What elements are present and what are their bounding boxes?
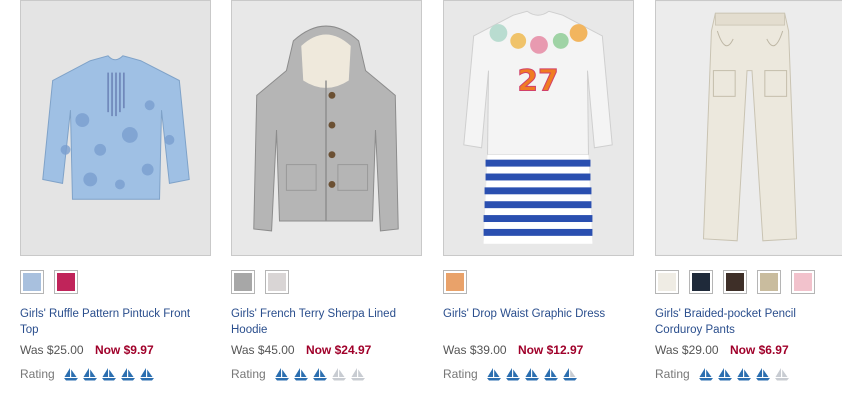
product-name-link[interactable]: Girls' Braided-pocket Pencil Corduroy Pa… xyxy=(655,307,842,338)
rating-icons xyxy=(63,367,155,381)
rating-label: Rating xyxy=(20,367,55,381)
now-price: Now $12.97 xyxy=(517,343,584,357)
color-swatches xyxy=(20,270,210,294)
rating-icons xyxy=(274,367,366,381)
rating-label: Rating xyxy=(655,367,690,381)
product-name-link[interactable]: Girls' French Terry Sherpa Lined Hoodie xyxy=(231,307,421,338)
price-line: Was $39.00 Now $12.97 xyxy=(443,343,633,358)
sailboat-icon xyxy=(63,368,78,381)
rating: Rating xyxy=(443,367,633,381)
sailboat-icon xyxy=(717,368,732,381)
rating-label: Rating xyxy=(443,367,478,381)
sailboat-icon xyxy=(120,368,135,381)
sailboat-icon xyxy=(505,368,520,381)
rating-icons xyxy=(698,367,790,381)
color-swatch[interactable] xyxy=(265,270,289,294)
was-price: Was $25.00 xyxy=(20,343,84,357)
color-swatches xyxy=(231,270,421,294)
now-price: Now $24.97 xyxy=(305,343,372,357)
sailboat-icon xyxy=(293,368,308,381)
rating-label: Rating xyxy=(231,367,266,381)
color-swatch[interactable] xyxy=(689,270,713,294)
rating-icons xyxy=(486,367,578,381)
sailboat-icon xyxy=(562,368,577,381)
sailboat-icon xyxy=(101,368,116,381)
product-image[interactable]: 27 xyxy=(443,0,634,256)
product-card: Girls' French Terry Sherpa Lined Hoodie … xyxy=(231,0,422,381)
price-line: Was $45.00 Now $24.97 xyxy=(231,343,421,358)
product-name-link[interactable]: Girls' Drop Waist Graphic Dress xyxy=(443,307,633,338)
sailboat-icon xyxy=(755,368,770,381)
sailboat-icon xyxy=(82,368,97,381)
color-swatch[interactable] xyxy=(231,270,255,294)
now-price: Now $9.97 xyxy=(94,343,154,357)
product-image[interactable] xyxy=(231,0,422,256)
product-card: Girls' Ruffle Pattern Pintuck Front Top … xyxy=(20,0,211,381)
sailboat-icon xyxy=(350,368,365,381)
color-swatch[interactable] xyxy=(723,270,747,294)
product-card: 27 Girls' Drop Waist Graphic Dress Was $… xyxy=(443,0,634,381)
product-card: Girls' Braided-pocket Pencil Corduroy Pa… xyxy=(655,0,842,381)
sailboat-icon xyxy=(736,368,751,381)
color-swatch[interactable] xyxy=(20,270,44,294)
sailboat-icon xyxy=(331,368,346,381)
color-swatch[interactable] xyxy=(791,270,815,294)
was-price: Was $45.00 xyxy=(231,343,295,357)
color-swatches xyxy=(443,270,633,294)
rating: Rating xyxy=(20,367,210,381)
was-price: Was $39.00 xyxy=(443,343,507,357)
color-swatch[interactable] xyxy=(757,270,781,294)
color-swatch[interactable] xyxy=(655,270,679,294)
color-swatch[interactable] xyxy=(443,270,467,294)
sailboat-icon xyxy=(698,368,713,381)
product-image[interactable] xyxy=(655,0,842,256)
color-swatch[interactable] xyxy=(54,270,78,294)
rating: Rating xyxy=(655,367,842,381)
sailboat-icon xyxy=(774,368,789,381)
product-image[interactable] xyxy=(20,0,211,256)
svg-text:27: 27 xyxy=(517,62,558,97)
sailboat-icon xyxy=(274,368,289,381)
sailboat-icon xyxy=(486,368,501,381)
price-line: Was $25.00 Now $9.97 xyxy=(20,343,210,358)
sailboat-icon xyxy=(139,368,154,381)
sailboat-icon xyxy=(312,368,327,381)
product-name-link[interactable]: Girls' Ruffle Pattern Pintuck Front Top xyxy=(20,307,210,338)
sailboat-icon xyxy=(524,368,539,381)
color-swatches xyxy=(655,270,842,294)
was-price: Was $29.00 xyxy=(655,343,719,357)
sailboat-icon xyxy=(543,368,558,381)
now-price: Now $6.97 xyxy=(729,343,789,357)
price-line: Was $29.00 Now $6.97 xyxy=(655,343,842,358)
rating: Rating xyxy=(231,367,421,381)
